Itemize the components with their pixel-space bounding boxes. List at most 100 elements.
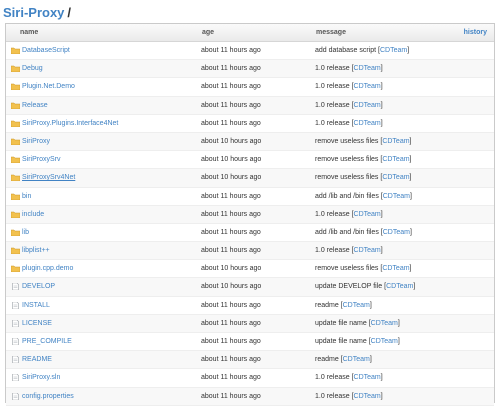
folder-link[interactable]: SiriProxySrv4Net [22,169,75,187]
commit-message-cell: 1.0 release [CDTeam] [315,101,383,109]
commit-author-link[interactable]: CDTeam [383,193,410,200]
commit-author-link[interactable]: CDTeam [343,302,370,309]
breadcrumb: Siri-Proxy / [3,3,71,23]
commit-author-link[interactable]: CDTeam [382,156,409,163]
commit-age: about 11 hours ago [201,392,261,400]
commit-message: update DEVELOP file [315,283,383,291]
file-link[interactable]: SiriProxy.sln [22,369,60,387]
table-row: config.properties about 11 hours ago 1.0 r… [6,387,494,406]
folder-icon [10,120,21,127]
commit-message-cell: add /lib and /bin files [CDTeam] [315,228,412,236]
commit-age: about 11 hours ago [201,319,261,327]
commit-age: about 11 hours ago [201,47,261,54]
commit-author-link[interactable]: CDTeam [382,265,409,272]
file-link[interactable]: LICENSE [22,315,52,333]
file-icon [11,374,20,382]
commit-message-cell: update file name [CDTeam] [315,319,400,327]
table-row: lib about 11 hours ago add /lib and /bin f… [6,224,494,243]
commit-message-cell: readme [CDTeam] [315,301,372,309]
folder-link[interactable]: bin [22,188,31,206]
folder-link[interactable]: Debug [22,60,43,78]
commit-message-cell: 1.0 release [CDTeam] [315,374,383,382]
commit-author-link[interactable]: CDTeam [380,47,407,54]
commit-message: readme [315,356,339,364]
commit-message-cell: remove useless files [CDTeam] [315,156,412,164]
commit-author-link[interactable]: CDTeam [343,356,370,363]
file-icon [11,301,20,309]
table-row: Debug about 11 hours ago 1.0 release [CDTe… [6,60,494,79]
table-row: README about 11 hours ago readme [CDTeam] [6,351,494,370]
commit-message-cell: 1.0 release [CDTeam] [315,210,383,218]
folder-link[interactable]: SiriProxy.Plugins.Interface4Net [22,115,118,133]
column-header-age: age [202,29,215,36]
table-header: name age message history [6,24,494,42]
commit-message: add database script [315,47,377,54]
commit-message: 1.0 release [315,65,350,73]
commit-author-link[interactable]: CDTeam [354,374,381,381]
commit-author-link[interactable]: CDTeam [354,65,381,72]
file-link[interactable]: README [22,351,52,369]
commit-author-link[interactable]: CDTeam [354,211,381,218]
file-list: DatabaseScript about 11 hours ago add data… [6,42,494,406]
commit-author-link[interactable]: CDTeam [354,102,381,109]
table-row: libplist++ about 11 hours ago 1.0 release … [6,242,494,261]
commit-message: 1.0 release [315,210,350,218]
table-row: DEVELOP about 10 hours ago update DEVELOP … [6,278,494,297]
commit-message: add /lib and /bin files [315,192,379,200]
file-icon [11,319,20,328]
file-link[interactable]: PRE_COMPILE [22,333,72,351]
commit-message-cell: 1.0 release [CDTeam] [315,65,383,73]
file-icon [11,392,20,400]
folder-link[interactable]: include [22,206,44,224]
commit-message: 1.0 release [315,374,350,382]
commit-author-link[interactable]: CDTeam [371,320,398,327]
commit-age: about 11 hours ago [201,301,261,309]
commit-message-cell: 1.0 release [CDTeam] [315,83,383,91]
folder-icon [10,211,21,218]
commit-message: update file name [315,338,367,345]
folder-icon [10,65,21,73]
folder-link[interactable]: SiriProxySrv [22,151,61,169]
history-link[interactable]: history [464,24,487,41]
commit-message: 1.0 release [315,101,350,109]
commit-author-link[interactable]: CDTeam [371,338,398,345]
table-row: SiriProxy.sln about 11 hours ago 1.0 relea… [6,369,494,388]
folder-icon [10,193,21,200]
table-row: DatabaseScript about 11 hours ago add data… [6,42,494,61]
commit-age: about 11 hours ago [201,338,261,345]
commit-author-link[interactable]: CDTeam [386,283,413,290]
folder-link[interactable]: lib [22,224,29,242]
commit-age: about 11 hours ago [201,228,261,236]
file-link[interactable]: DEVELOP [22,278,55,296]
table-row: SiriProxySrv4Net about 10 hours ago remove… [6,169,494,188]
folder-link[interactable]: DatabaseScript [22,42,70,60]
commit-author-link[interactable]: CDTeam [354,120,381,127]
table-row: Release about 11 hours ago 1.0 release [CD… [6,96,494,115]
commit-age: about 11 hours ago [201,192,261,200]
folder-icon [10,174,21,182]
page: Siri-Proxy / name age message history Dat… [0,0,500,407]
commit-author-link[interactable]: CDTeam [382,174,409,181]
commit-age: about 11 hours ago [201,83,261,91]
commit-message-cell: 1.0 release [CDTeam] [315,247,383,255]
folder-icon [10,229,21,237]
file-link[interactable]: config.properties [22,388,74,406]
commit-author-link[interactable]: CDTeam [354,393,381,400]
commit-author-link[interactable]: CDTeam [354,83,381,90]
commit-author-link[interactable]: CDTeam [382,138,409,145]
folder-link[interactable]: Plugin.Net.Demo [22,78,75,96]
commit-author-link[interactable]: CDTeam [383,229,410,236]
folder-link[interactable]: SiriProxy [22,133,50,151]
commit-author-link[interactable]: CDTeam [354,247,381,254]
repo-link[interactable]: Siri-Proxy [3,5,64,20]
commit-age: about 11 hours ago [201,247,261,255]
folder-link[interactable]: Release [22,97,48,115]
column-header-message: message [316,29,346,36]
table-row: PRE_COMPILE about 11 hours ago update file… [6,333,494,352]
commit-message: remove useless files [315,174,379,182]
commit-message-cell: remove useless files [CDTeam] [315,265,412,273]
folder-link[interactable]: libplist++ [22,242,50,260]
file-link[interactable]: INSTALL [22,297,50,315]
folder-link[interactable]: plugin.cpp.demo [22,260,73,278]
breadcrumb-separator: / [67,5,72,20]
